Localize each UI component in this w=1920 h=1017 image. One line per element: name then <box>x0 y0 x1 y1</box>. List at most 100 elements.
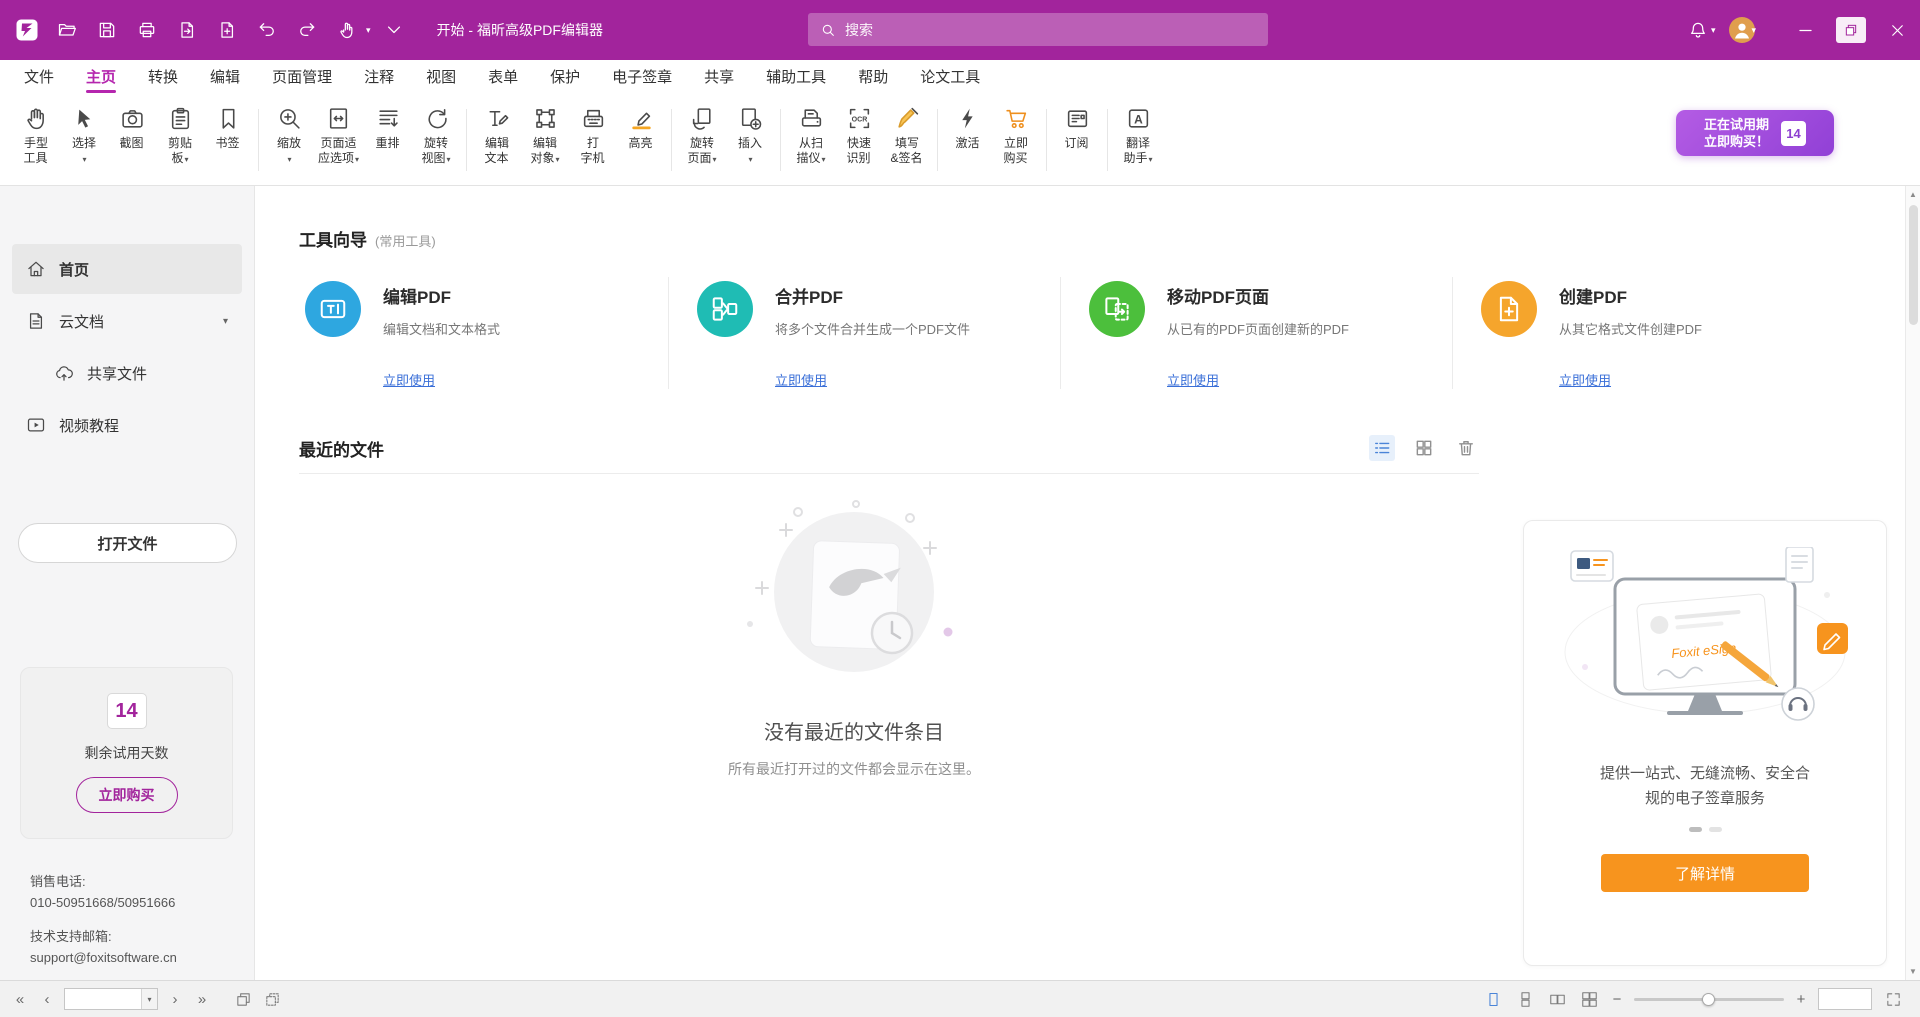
export-pdf-icon[interactable] <box>170 13 204 47</box>
fullscreen-icon[interactable] <box>1882 988 1904 1010</box>
create-pdf-quick-icon[interactable] <box>210 13 244 47</box>
page-number-input[interactable] <box>65 989 141 1009</box>
chevron-down-icon[interactable]: ▾ <box>141 989 157 1009</box>
first-page-icon[interactable]: « <box>10 991 30 1008</box>
restore-window-button[interactable] <box>1828 0 1874 60</box>
tool-card-merge-pdf[interactable]: 合并PDF 将多个文件合并生成一个PDF文件 立即使用 <box>668 277 1060 389</box>
tool-card-move-pdf-pages[interactable]: 移动PDF页面 从已有的PDF页面创建新的PDF 立即使用 <box>1060 277 1452 389</box>
ribbon-button-edit-text[interactable]: 编辑 文本 <box>473 101 521 167</box>
menu-home[interactable]: 主页 <box>70 59 132 96</box>
chevron-down-icon[interactable]: ▾ <box>1711 25 1716 36</box>
single-page-view-icon[interactable] <box>1482 988 1504 1010</box>
vertical-scrollbar[interactable]: ▲ ▼ <box>1905 186 1920 980</box>
chevron-down-icon[interactable]: ▾ <box>366 25 371 36</box>
use-now-link[interactable]: 立即使用 <box>383 370 435 389</box>
print-icon[interactable] <box>130 13 164 47</box>
close-button[interactable] <box>1874 0 1920 60</box>
buy-now-button[interactable]: 立即购买 <box>76 777 178 813</box>
ribbon-button-from-scanner[interactable]: 从扫 描仪▾ <box>787 101 835 167</box>
ribbon-button-quick-ocr[interactable]: OCR 快速 识别 <box>835 101 883 167</box>
page-number-box[interactable]: ▾ <box>64 988 158 1010</box>
ribbon-button-clipboard[interactable]: 剪贴 板▾ <box>156 101 204 167</box>
continuous-view-icon[interactable] <box>1514 988 1536 1010</box>
menu-form[interactable]: 表单 <box>472 59 534 96</box>
zoom-in-icon[interactable]: + <box>1794 991 1808 1008</box>
open-file-button[interactable]: 打开文件 <box>18 523 237 563</box>
ribbon-button-buy-now[interactable]: 立即 购买 <box>992 101 1040 167</box>
ribbon-button-bookmark[interactable]: 书签 <box>204 101 252 152</box>
ribbon-button-typewriter[interactable]: 打 字机 <box>569 101 617 167</box>
search-box[interactable] <box>808 13 1268 46</box>
menu-convert[interactable]: 转换 <box>132 59 194 96</box>
ribbon-button-zoom[interactable]: 缩放 ▾ <box>265 101 313 167</box>
notifications-bell-icon[interactable] <box>1681 13 1715 47</box>
tool-card-create-pdf[interactable]: 创建PDF 从其它格式文件创建PDF 立即使用 <box>1452 277 1844 389</box>
ribbon-button-edit-object[interactable]: 编辑 对象▾ <box>521 101 569 167</box>
zoom-level-box[interactable] <box>1818 988 1872 1010</box>
menu-share[interactable]: 共享 <box>688 59 750 96</box>
chevron-down-icon[interactable]: ▾ <box>1751 25 1756 36</box>
ribbon-button-select[interactable]: 选择 ▾ <box>60 101 108 167</box>
menu-paper-tools[interactable]: 论文工具 <box>904 59 996 96</box>
scrollbar-thumb[interactable] <box>1909 205 1918 325</box>
redo-icon[interactable] <box>290 13 324 47</box>
zoom-level-input[interactable] <box>1819 989 1871 1009</box>
menu-accessibility[interactable]: 辅助工具 <box>750 59 842 96</box>
continuous-facing-view-icon[interactable] <box>1578 988 1600 1010</box>
learn-more-button[interactable]: 了解详情 <box>1601 854 1809 892</box>
menu-file[interactable]: 文件 <box>8 59 70 96</box>
ribbon-button-fill-sign[interactable]: 填写 &签名 <box>883 101 931 167</box>
zoom-slider[interactable] <box>1634 998 1784 1001</box>
ribbon-button-rotate-view[interactable]: 旋转 视图▾ <box>412 101 460 167</box>
undo-icon[interactable] <box>250 13 284 47</box>
carousel-dot[interactable] <box>1709 827 1722 832</box>
last-page-icon[interactable]: » <box>192 991 212 1008</box>
snapshot-area-icon[interactable] <box>261 988 283 1010</box>
tool-card-edit-pdf[interactable]: 编辑PDF 编辑文档和文本格式 立即使用 <box>299 277 668 389</box>
scroll-down-icon[interactable]: ▼ <box>1909 963 1917 980</box>
ribbon-button-highlight[interactable]: 高亮 <box>617 101 665 152</box>
ribbon-button-rotate-pages[interactable]: 旋转 页面▾ <box>678 101 726 167</box>
use-now-link[interactable]: 立即使用 <box>775 370 827 389</box>
trash-icon[interactable] <box>1453 435 1479 461</box>
menu-view[interactable]: 视图 <box>410 59 472 96</box>
ribbon-toggle-icon[interactable] <box>377 13 411 47</box>
zoom-out-icon[interactable]: − <box>1610 991 1624 1008</box>
zoom-slider-thumb[interactable] <box>1702 993 1715 1006</box>
ribbon-button-subscribe[interactable]: 订阅 <box>1053 101 1101 152</box>
ribbon-button-snapshot[interactable]: 截图 <box>108 101 156 152</box>
scroll-up-icon[interactable]: ▲ <box>1909 186 1917 203</box>
ribbon-button-activate[interactable]: 激活 <box>944 101 992 152</box>
ribbon-button-fit-options[interactable]: 页面适 应选项▾ <box>313 101 364 167</box>
facing-view-icon[interactable] <box>1546 988 1568 1010</box>
menu-help[interactable]: 帮助 <box>842 59 904 96</box>
save-icon[interactable] <box>90 13 124 47</box>
search-input[interactable] <box>845 22 1256 38</box>
trial-badge[interactable]: 正在试用期 立即购买！ 14 <box>1676 110 1834 156</box>
menu-page-management[interactable]: 页面管理 <box>256 59 348 96</box>
carousel-dot-active[interactable] <box>1689 827 1702 832</box>
support-email-address[interactable]: support@foxitsoftware.cn <box>30 947 177 968</box>
sidebar-item-cloud-docs[interactable]: 云文档 ▾ <box>12 296 242 346</box>
menu-protect[interactable]: 保护 <box>534 59 596 96</box>
menu-edit[interactable]: 编辑 <box>194 59 256 96</box>
ribbon-button-insert[interactable]: 插入 ▾ <box>726 101 774 167</box>
menu-esign[interactable]: 电子签章 <box>596 59 688 96</box>
chevron-down-icon[interactable]: ▾ <box>223 316 228 327</box>
ribbon-button-hand-tool[interactable]: 手型 工具 <box>12 101 60 167</box>
use-now-link[interactable]: 立即使用 <box>1167 370 1219 389</box>
sidebar-item-home[interactable]: 首页 <box>12 244 242 294</box>
list-view-icon[interactable] <box>1369 435 1395 461</box>
minimize-button[interactable] <box>1782 0 1828 60</box>
use-now-link[interactable]: 立即使用 <box>1559 370 1611 389</box>
next-page-icon[interactable]: › <box>165 991 185 1008</box>
ribbon-button-reflow[interactable]: 重排 <box>364 101 412 152</box>
ribbon-button-translate-assistant[interactable]: A 翻译 助手▾ <box>1114 101 1162 167</box>
snapshot-pages-icon[interactable] <box>232 988 254 1010</box>
grid-view-icon[interactable] <box>1411 435 1437 461</box>
open-file-icon[interactable] <box>50 13 84 47</box>
prev-page-icon[interactable]: ‹ <box>37 991 57 1008</box>
sidebar-item-video-tutorials[interactable]: 视频教程 <box>12 400 242 450</box>
touch-mode-icon[interactable] <box>330 13 364 47</box>
menu-comment[interactable]: 注释 <box>348 59 410 96</box>
